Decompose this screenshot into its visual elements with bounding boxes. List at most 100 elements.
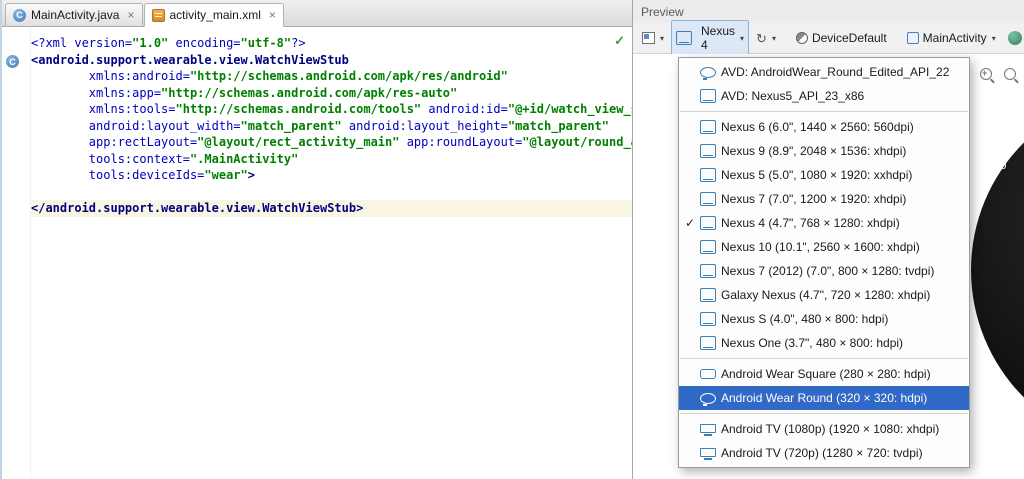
zoom-controls (980, 68, 1016, 80)
device-selector-button[interactable]: Nexus 4 ▾ (671, 20, 749, 56)
device-menu-item[interactable]: Android Wear Square (280 × 280: hdpi) (679, 362, 969, 386)
api-version-icon (1008, 31, 1022, 45)
code-line[interactable]: xmlns:android="http://schemas.android.co… (31, 68, 632, 85)
device-menu-item[interactable]: Nexus 5 (5.0", 1080 × 1920: xxhdpi) (679, 163, 969, 187)
chevron-down-icon: ▾ (660, 34, 664, 43)
preview-title: Preview (641, 5, 684, 19)
device-menu-item[interactable]: AVD: AndroidWear_Round_Edited_API_22 (679, 60, 969, 84)
phone-icon (676, 31, 692, 45)
wear-device-frame (971, 90, 1024, 450)
xml-file-icon (152, 9, 165, 22)
device-menu-item-label: AVD: AndroidWear_Round_Edited_API_22 (721, 65, 949, 79)
device-menu-item-label: Nexus S (4.0", 480 × 800: hdpi) (721, 312, 888, 326)
inspections-ok-icon: ✓ (614, 33, 625, 49)
tab-mainactivity-java[interactable]: MainActivity.java × (5, 3, 143, 26)
menu-separator (680, 413, 968, 414)
layout-config-icon (642, 32, 655, 44)
code-line[interactable]: <android.support.wearable.view.WatchView… (31, 52, 632, 69)
watch-time: 6:00 (985, 160, 1006, 172)
device-menu-item[interactable]: Nexus 9 (8.9", 2048 × 1536: xhdpi) (679, 139, 969, 163)
device-menu-item-label: Android Wear Round (320 × 320: hdpi) (721, 391, 927, 405)
zoom-in-icon[interactable] (980, 68, 992, 80)
activity-selector-label: MainActivity (923, 31, 987, 45)
device-menu-item[interactable]: Android Wear Round (320 × 320: hdpi) (679, 386, 969, 410)
activity-icon (907, 32, 919, 44)
chevron-down-icon: ▾ (992, 34, 996, 43)
device-menu-item-label: Android TV (1080p) (1920 × 1080: xhdpi) (721, 422, 939, 436)
wear-round-icon (700, 393, 716, 404)
java-class-icon (13, 9, 26, 22)
device-menu-item-label: Nexus 6 (6.0", 1440 × 2560: 560dpi) (721, 120, 914, 134)
code-line[interactable]: </android.support.wearable.view.WatchVie… (31, 200, 632, 217)
theme-icon (796, 32, 808, 44)
zoom-out-icon[interactable] (1004, 68, 1016, 80)
device-menu-item[interactable]: Android TV (720p) (1280 × 720: tvdpi) (679, 441, 969, 465)
code-line[interactable]: android:layout_width="match_parent" andr… (31, 118, 632, 135)
orientation-button[interactable]: ↻ ▾ (751, 28, 781, 49)
device-menu-item[interactable]: ✓ Nexus 4 (4.7", 768 × 1280: xhdpi) (679, 211, 969, 235)
code-line[interactable]: xmlns:tools="http://schemas.android.com/… (31, 101, 632, 118)
device-menu-item[interactable]: Nexus S (4.0", 480 × 800: hdpi) (679, 307, 969, 331)
code-area[interactable]: <?xml version="1.0" encoding="utf-8"?><a… (31, 27, 632, 479)
close-icon[interactable]: × (269, 9, 276, 21)
device-menu-item-label: Galaxy Nexus (4.7", 720 × 1280: xhdpi) (721, 288, 930, 302)
code-line[interactable]: <?xml version="1.0" encoding="utf-8"?> (31, 35, 632, 52)
class-gutter-icon[interactable] (6, 55, 19, 68)
tv-icon (700, 448, 716, 457)
device-menu-item[interactable]: Android TV (1080p) (1920 × 1080: xhdpi) (679, 417, 969, 441)
phone-icon (700, 120, 716, 134)
phone-icon (700, 192, 716, 206)
device-menu-item-label: Nexus 5 (5.0", 1080 × 1920: xxhdpi) (721, 168, 912, 182)
device-menu-item-label: Nexus 4 (4.7", 768 × 1280: xhdpi) (721, 216, 900, 230)
device-menu-item-label: Android Wear Square (280 × 280: hdpi) (721, 367, 931, 381)
device-menu-item[interactable]: Nexus One (3.7", 480 × 800: hdpi) (679, 331, 969, 355)
code-line[interactable] (31, 184, 632, 201)
phone-icon (700, 336, 716, 350)
phone-icon (700, 168, 716, 182)
device-selector-label: Nexus 4 (701, 24, 735, 52)
api-version-button[interactable]: ▾ (1003, 27, 1024, 49)
preview-toolbar: ▾ Nexus 4 ▾ ↻ ▾ DeviceDefault MainActivi… (633, 23, 1024, 54)
device-menu-item-label: Nexus 10 (10.1", 2560 × 1600: xhdpi) (721, 240, 920, 254)
device-menu-item-label: Nexus 9 (8.9", 2048 × 1536: xhdpi) (721, 144, 906, 158)
device-menu-item[interactable]: Nexus 7 (2012) (7.0", 800 × 1280: tvdpi) (679, 259, 969, 283)
device-menu-item[interactable]: Nexus 10 (10.1", 2560 × 1600: xhdpi) (679, 235, 969, 259)
phone-icon (700, 312, 716, 326)
code-line[interactable]: tools:context=".MainActivity" (31, 151, 632, 168)
device-menu-item-label: Nexus One (3.7", 480 × 800: hdpi) (721, 336, 903, 350)
theme-selector-button[interactable]: DeviceDefault (791, 27, 892, 49)
device-menu-item[interactable]: Galaxy Nexus (4.7", 720 × 1280: xhdpi) (679, 283, 969, 307)
phone-icon (700, 144, 716, 158)
editor-pane: MainActivity.java × activity_main.xml × … (0, 0, 632, 479)
code-line[interactable]: tools:deviceIds="wear"> (31, 167, 632, 184)
phone-icon (700, 240, 716, 254)
phone-icon (700, 288, 716, 302)
activity-selector-button[interactable]: MainActivity ▾ (902, 27, 1001, 49)
tab-activity-main-xml[interactable]: activity_main.xml × (144, 3, 284, 27)
window-edge (0, 0, 2, 479)
phone-icon (700, 264, 716, 278)
chevron-down-icon: ▾ (740, 34, 744, 43)
android-studio-window: MainActivity.java × activity_main.xml × … (0, 0, 1024, 479)
device-menu-item[interactable]: Nexus 7 (7.0", 1200 × 1920: xhdpi) (679, 187, 969, 211)
phone-icon (700, 89, 716, 103)
tab-label: MainActivity.java (31, 8, 119, 22)
device-menu-item[interactable]: AVD: Nexus5_API_23_x86 (679, 84, 969, 108)
device-menu-item-label: Nexus 7 (7.0", 1200 × 1920: xhdpi) (721, 192, 906, 206)
tab-label: activity_main.xml (170, 8, 261, 22)
menu-separator (680, 358, 968, 359)
phone-icon (700, 216, 716, 230)
device-menu-item[interactable]: Nexus 6 (6.0", 1440 × 2560: 560dpi) (679, 115, 969, 139)
chevron-down-icon: ▾ (772, 34, 776, 43)
editor-gutter (0, 27, 31, 479)
device-menu-item-label: Android TV (720p) (1280 × 720: tvdpi) (721, 446, 923, 460)
theme-selector-label: DeviceDefault (812, 31, 887, 45)
close-icon[interactable]: × (127, 9, 134, 21)
device-menu-item-label: Nexus 7 (2012) (7.0", 800 × 1280: tvdpi) (721, 264, 934, 278)
code-line[interactable]: app:rectLayout="@layout/rect_activity_ma… (31, 134, 632, 151)
editor-tab-bar: MainActivity.java × activity_main.xml × (0, 0, 632, 27)
layout-config-button[interactable]: ▾ (637, 28, 669, 48)
code-line[interactable]: xmlns:app="http://schemas.android.com/ap… (31, 85, 632, 102)
checkmark-icon: ✓ (685, 216, 700, 230)
tv-icon (700, 424, 716, 433)
